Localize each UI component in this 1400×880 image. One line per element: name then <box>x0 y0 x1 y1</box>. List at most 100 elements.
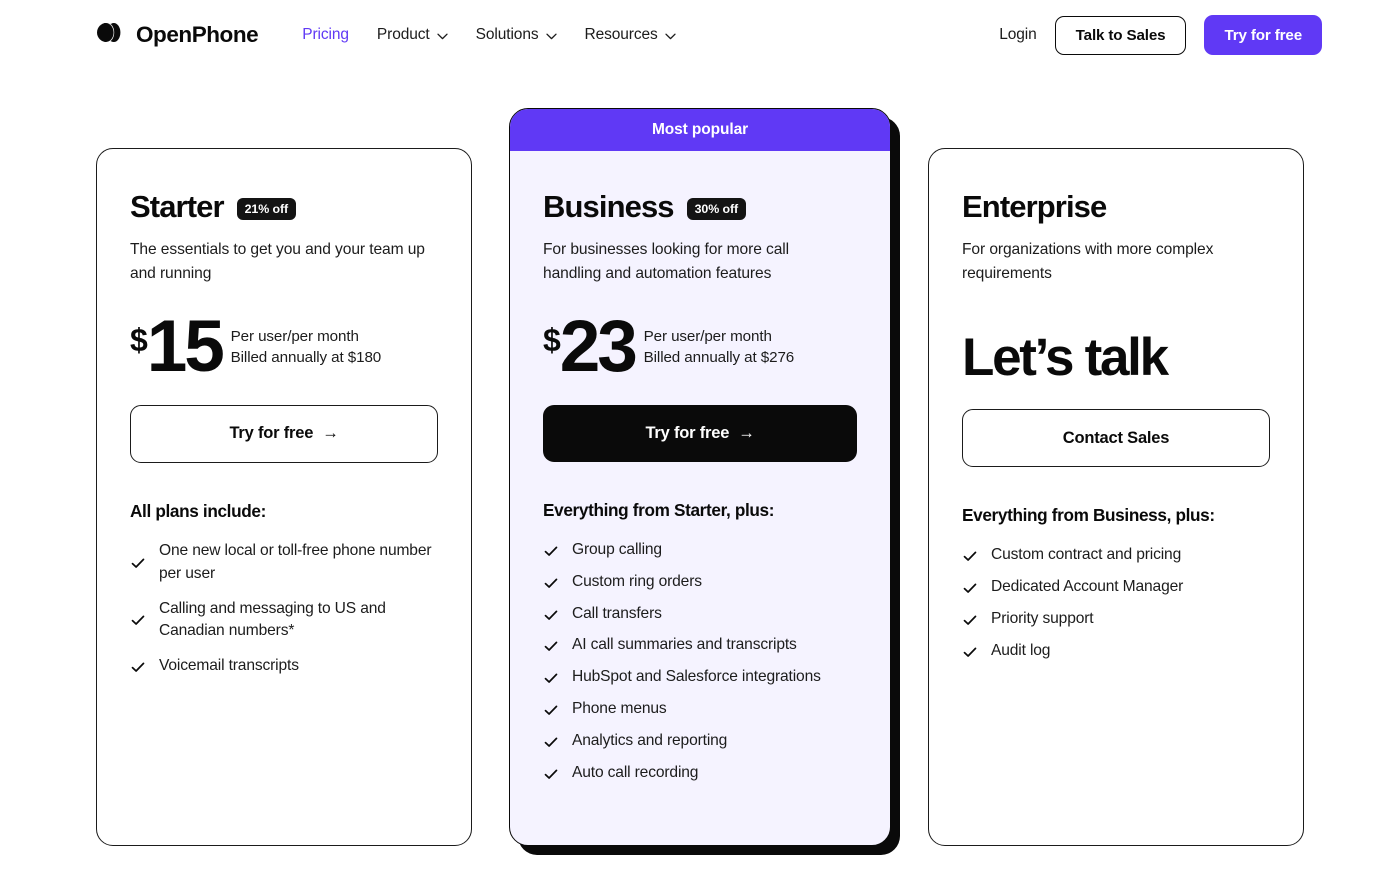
business-features-title: Everything from Starter, plus: <box>543 499 775 520</box>
business-billed-label: Billed annually at $276 <box>643 349 795 367</box>
business-price-amount: 23 <box>559 306 638 388</box>
check-icon <box>543 734 559 750</box>
list-item: Call transfers <box>543 603 857 626</box>
list-item: Auto call recording <box>543 762 857 785</box>
starter-try-for-free-button[interactable]: Try for free → <box>130 404 438 463</box>
starter-heading-row: Starter 21% off <box>130 189 438 224</box>
list-item: Group calling <box>543 539 857 562</box>
starter-price-amount: 15 <box>146 306 225 388</box>
starter-description: The essentials to get you and your team … <box>130 240 425 283</box>
nav-item-product-label: Product <box>376 26 430 44</box>
enterprise-features-title: Everything from Business, plus: <box>962 505 1215 526</box>
enterprise-description: For organizations with more complex requ… <box>962 240 1214 283</box>
talk-to-sales-button[interactable]: Talk to Sales <box>1054 15 1187 55</box>
starter-price: $ 15 <box>130 306 225 388</box>
list-item: Calling and messaging to US and Canadian… <box>130 598 438 644</box>
business-cta-label: Try for free <box>645 423 730 442</box>
list-item-label: Dedicated Account Manager <box>991 578 1184 596</box>
starter-plan-name: Starter <box>130 189 225 224</box>
starter-price-note: Per user/per month Billed annually at $1… <box>231 315 382 369</box>
starter-price-row: $ 15 Per user/per month Billed annually … <box>130 306 438 388</box>
list-item-label: Voicemail transcripts <box>159 657 299 675</box>
check-icon <box>130 612 146 628</box>
chevron-down-icon <box>436 33 448 40</box>
check-icon <box>543 607 559 623</box>
list-item: Audit log <box>962 640 1270 663</box>
check-icon <box>543 766 559 782</box>
business-currency-symbol: $ <box>543 322 561 359</box>
starter-currency-symbol: $ <box>130 322 148 359</box>
business-card-body: Business 30% off For businesses looking … <box>510 151 890 785</box>
starter-billed-label: Billed annually at $180 <box>230 349 382 367</box>
business-price: $ 23 <box>543 306 638 388</box>
check-icon <box>543 638 559 654</box>
contact-sales-button[interactable]: Contact Sales <box>962 409 1270 468</box>
plan-card-business: Most popular Business 30% off For busine… <box>509 108 891 846</box>
nav-actions: Login Talk to Sales Try for free <box>999 15 1322 55</box>
brand-name: OpenPhone <box>136 22 259 47</box>
nav-item-pricing[interactable]: Pricing <box>302 27 349 43</box>
enterprise-heading-row: Enterprise <box>962 189 1270 224</box>
business-price-row: $ 23 Per user/per month Billed annually … <box>543 306 857 388</box>
plan-card-starter: Starter 21% off The essentials to get yo… <box>96 148 472 846</box>
nav-item-pricing-label: Pricing <box>302 26 349 44</box>
arrow-right-icon: → <box>322 424 339 443</box>
plan-card-enterprise: Enterprise For organizations with more c… <box>928 148 1304 846</box>
check-icon <box>130 555 146 571</box>
starter-features-list: One new local or toll-free phone number … <box>130 540 438 679</box>
starter-cta-label: Try for free <box>229 424 314 443</box>
login-link[interactable]: Login <box>999 26 1037 44</box>
list-item: Custom contract and pricing <box>962 544 1270 567</box>
check-icon <box>962 548 978 564</box>
nav-item-resources-label: Resources <box>584 26 658 44</box>
check-icon <box>962 580 978 596</box>
check-icon <box>543 575 559 591</box>
plan-card-business-wrapper: Most popular Business 30% off For busine… <box>509 108 900 855</box>
nav-links: Pricing Product Solutions Resources <box>302 27 676 43</box>
try-for-free-button[interactable]: Try for free <box>1204 15 1322 55</box>
most-popular-ribbon: Most popular <box>510 109 890 151</box>
list-item: One new local or toll-free phone number … <box>130 540 438 586</box>
list-item: AI call summaries and transcripts <box>543 634 857 657</box>
list-item-label: Group calling <box>572 540 662 558</box>
list-item-label: Custom contract and pricing <box>991 546 1182 564</box>
check-icon <box>543 702 559 718</box>
top-navigation-bar: OpenPhone Pricing Product Solutions Reso… <box>0 0 1400 70</box>
list-item-label: Priority support <box>991 610 1094 628</box>
list-item-label: Calling and messaging to US and Canadian… <box>159 599 386 640</box>
business-plan-name: Business <box>543 189 675 224</box>
list-item-label: Auto call recording <box>572 764 699 782</box>
business-features-list: Group calling Custom ring orders Call tr… <box>543 539 857 785</box>
enterprise-cta-label: Contact Sales <box>1062 428 1170 447</box>
enterprise-features-list: Custom contract and pricing Dedicated Ac… <box>962 544 1270 663</box>
nav-item-product[interactable]: Product <box>377 27 448 43</box>
enterprise-headline: Let’s talk <box>962 328 1169 388</box>
check-icon <box>962 644 978 660</box>
list-item-label: Custom ring orders <box>572 572 702 590</box>
enterprise-plan-name: Enterprise <box>962 189 1107 224</box>
list-item: Dedicated Account Manager <box>962 576 1270 599</box>
business-price-note: Per user/per month Billed annually at $2… <box>644 315 795 369</box>
check-icon <box>543 670 559 686</box>
list-item: Custom ring orders <box>543 571 857 594</box>
starter-features-title: All plans include: <box>130 500 266 521</box>
brand-logo[interactable]: OpenPhone <box>96 19 259 51</box>
pricing-plans: Starter 21% off The essentials to get yo… <box>0 70 1400 855</box>
business-try-for-free-button[interactable]: Try for free → <box>543 404 857 462</box>
list-item: Priority support <box>962 608 1270 631</box>
list-item-label: Phone menus <box>572 700 667 718</box>
nav-item-resources[interactable]: Resources <box>585 27 676 43</box>
check-icon <box>543 543 559 559</box>
list-item-label: Audit log <box>991 642 1051 660</box>
list-item-label: One new local or toll-free phone number … <box>159 541 432 582</box>
nav-item-solutions[interactable]: Solutions <box>476 27 557 43</box>
check-icon <box>130 659 146 675</box>
openphone-logo-icon <box>96 19 126 51</box>
nav-item-solutions-label: Solutions <box>475 26 539 44</box>
list-item-label: HubSpot and Salesforce integrations <box>572 668 821 686</box>
business-per-label: Per user/per month <box>643 328 772 346</box>
list-item-label: AI call summaries and transcripts <box>572 636 797 654</box>
check-icon <box>962 612 978 628</box>
list-item-label: Analytics and reporting <box>572 732 728 750</box>
chevron-down-icon <box>545 33 557 40</box>
